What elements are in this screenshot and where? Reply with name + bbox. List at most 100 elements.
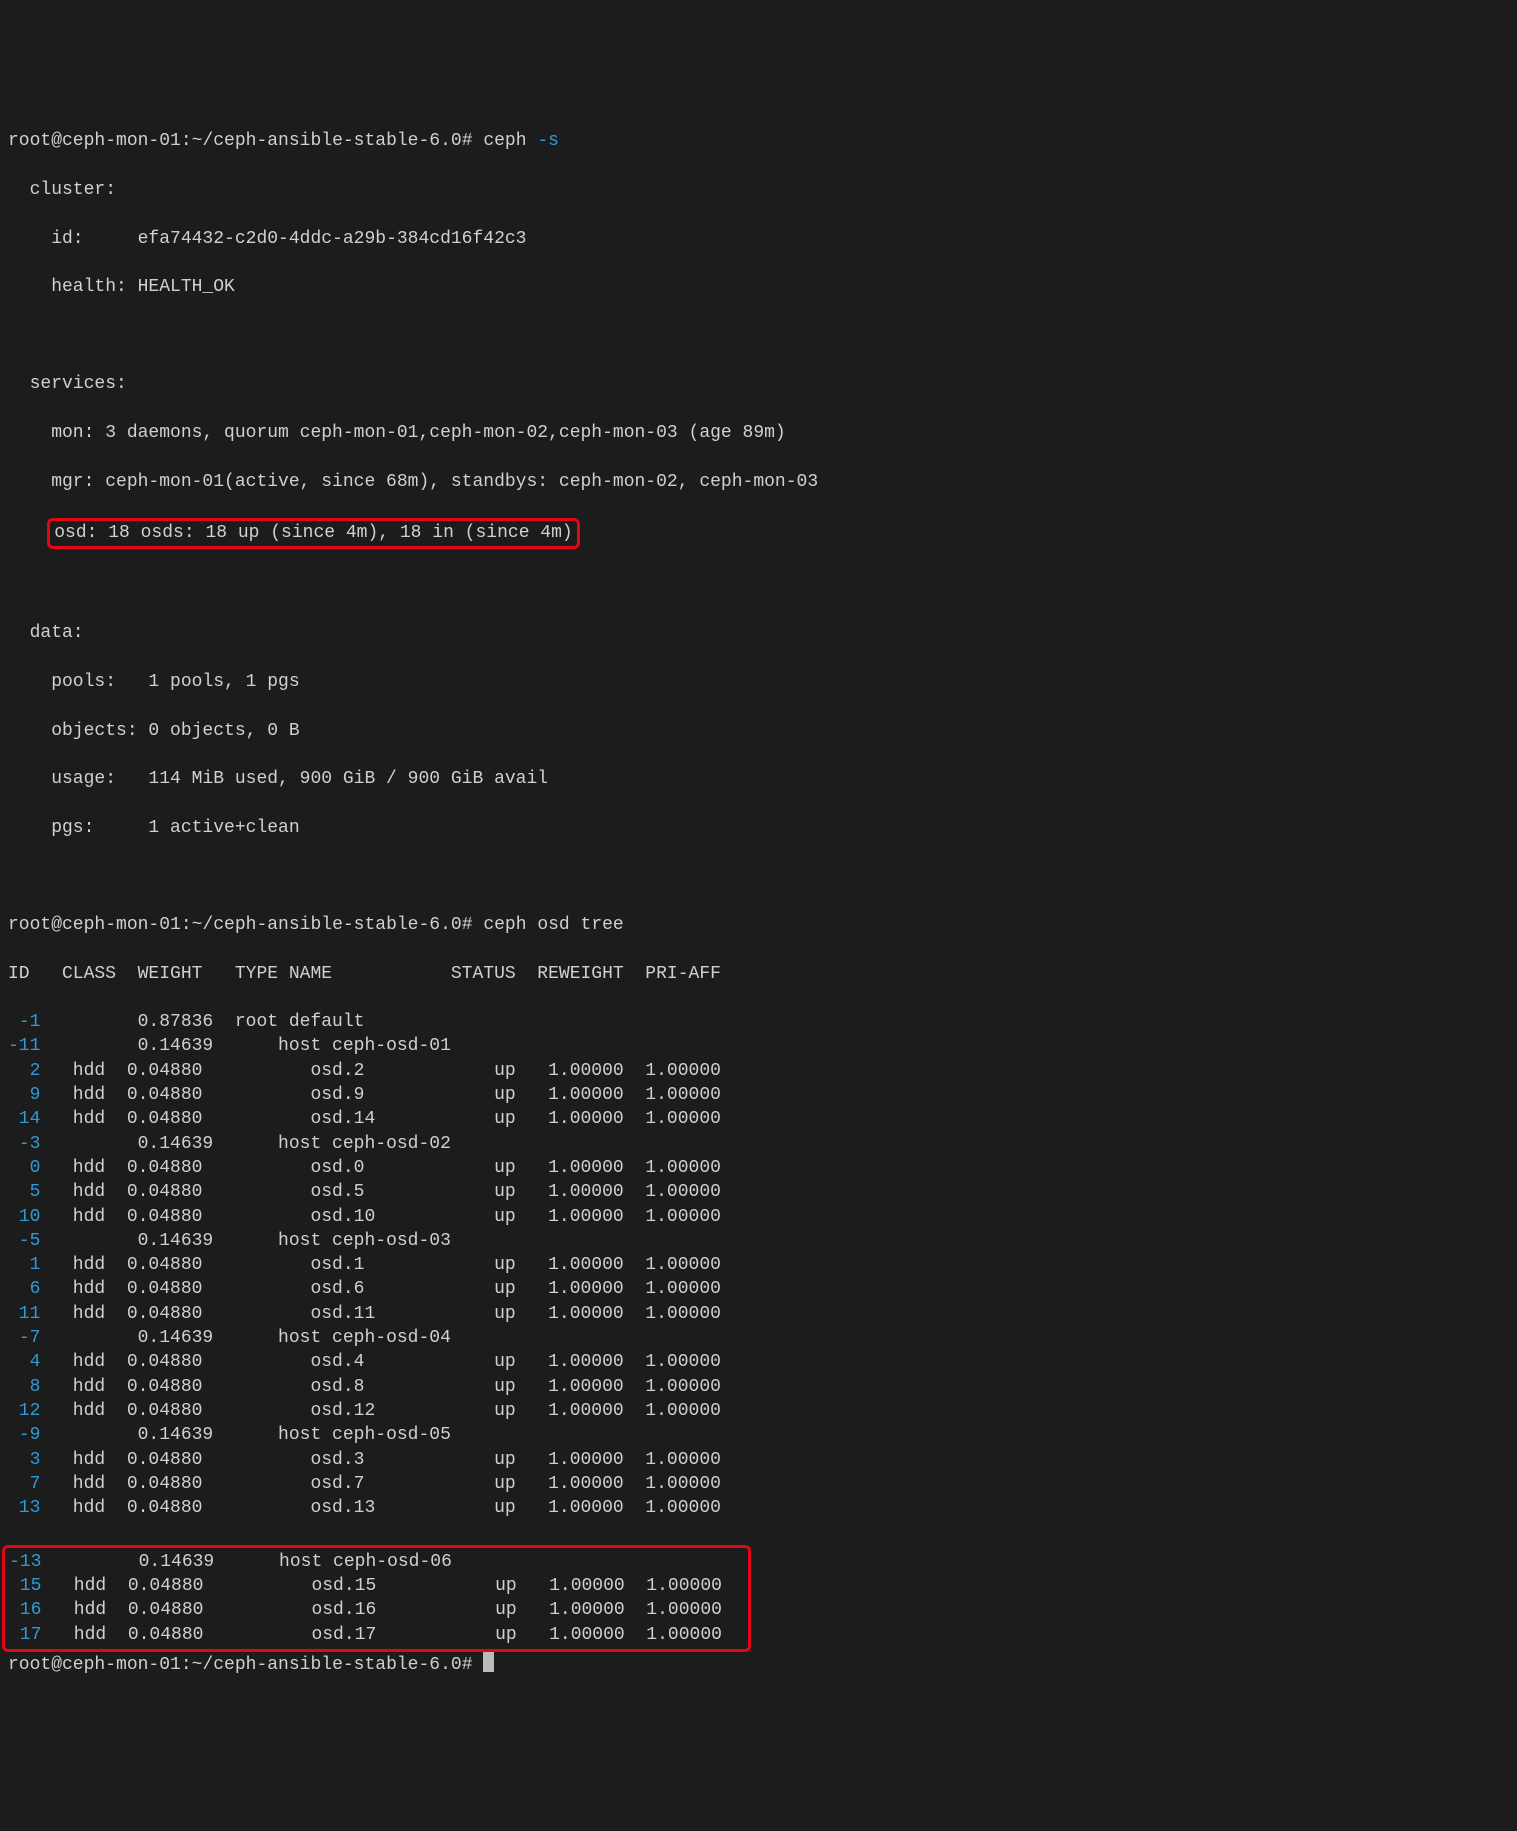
tree-id: -5 (8, 1231, 40, 1251)
tree-id: 17 (9, 1625, 41, 1645)
tree-row: -5 0.14639 host ceph-osd-03 (8, 1229, 1509, 1253)
cluster-header: cluster: (8, 178, 1509, 202)
tree-row: 7 hdd 0.04880 osd.7 up 1.00000 1.00000 (8, 1472, 1509, 1496)
blank-line (8, 864, 1509, 888)
tree-rest: hdd 0.04880 osd.6 up 1.00000 1.00000 (40, 1279, 721, 1299)
tree-row: -11 0.14639 host ceph-osd-01 (8, 1034, 1509, 1058)
tree-row: 5 hdd 0.04880 osd.5 up 1.00000 1.00000 (8, 1180, 1509, 1204)
command-text: ceph osd tree (483, 915, 623, 935)
tree-rest: hdd 0.04880 osd.11 up 1.00000 1.00000 (40, 1304, 721, 1324)
tree-row: 15 hdd 0.04880 osd.15 up 1.00000 1.00000 (9, 1574, 744, 1598)
prompt-line-3: root@ceph-mon-01:~/ceph-ansible-stable-6… (8, 1652, 1509, 1677)
tree-id: 6 (8, 1279, 40, 1299)
tree-rest: hdd 0.04880 osd.12 up 1.00000 1.00000 (40, 1401, 721, 1421)
tree-id: 2 (8, 1061, 40, 1081)
command-flag: -s (537, 131, 559, 151)
cluster-health: health: HEALTH_OK (8, 275, 1509, 299)
tree-rest: hdd 0.04880 osd.15 up 1.00000 1.00000 (41, 1576, 722, 1596)
prompt-line-1: root@ceph-mon-01:~/ceph-ansible-stable-6… (8, 129, 1509, 153)
tree-rest: hdd 0.04880 osd.3 up 1.00000 1.00000 (40, 1450, 721, 1470)
tree-rest: 0.14639 host ceph-osd-03 (40, 1231, 742, 1251)
tree-row: -9 0.14639 host ceph-osd-05 (8, 1423, 1509, 1447)
tree-row: 10 hdd 0.04880 osd.10 up 1.00000 1.00000 (8, 1205, 1509, 1229)
tree-id: 10 (8, 1207, 40, 1227)
tree-rest: 0.14639 host ceph-osd-04 (40, 1328, 742, 1348)
tree-rest: 0.14639 host ceph-osd-06 (41, 1552, 743, 1572)
tree-rest: 0.14639 host ceph-osd-02 (40, 1134, 742, 1154)
tree-row: 16 hdd 0.04880 osd.16 up 1.00000 1.00000 (9, 1598, 744, 1622)
tree-row: 14 hdd 0.04880 osd.14 up 1.00000 1.00000 (8, 1107, 1509, 1131)
tree-id: 7 (8, 1474, 40, 1494)
tree-rest: hdd 0.04880 osd.4 up 1.00000 1.00000 (40, 1352, 721, 1372)
prompt-userhost: root@ceph-mon-01 (8, 131, 181, 151)
blank-line (8, 573, 1509, 597)
highlight-osd-06-block: -13 0.14639 host ceph-osd-06 15 hdd 0.04… (2, 1545, 751, 1652)
tree-id: 16 (9, 1600, 41, 1620)
services-mgr: mgr: ceph-mon-01(active, since 68m), sta… (8, 470, 1509, 494)
services-header: services: (8, 372, 1509, 396)
tree-rest: 0.14639 host ceph-osd-05 (40, 1425, 742, 1445)
tree-id: 13 (8, 1498, 40, 1518)
tree-id: 11 (8, 1304, 40, 1324)
tree-id: -7 (8, 1328, 40, 1348)
tree-id: -1 (8, 1012, 40, 1032)
cursor-block (483, 1652, 494, 1672)
data-header: data: (8, 621, 1509, 645)
tree-header: ID CLASS WEIGHT TYPE NAME STATUS REWEIGH… (8, 962, 1509, 986)
tree-rest: hdd 0.04880 osd.16 up 1.00000 1.00000 (41, 1600, 722, 1620)
command-text: ceph (483, 131, 526, 151)
tree-row: 4 hdd 0.04880 osd.4 up 1.00000 1.00000 (8, 1350, 1509, 1374)
prompt-path: ~/ceph-ansible-stable-6.0 (192, 131, 462, 151)
tree-row: 9 hdd 0.04880 osd.9 up 1.00000 1.00000 (8, 1083, 1509, 1107)
tree-id: -3 (8, 1134, 40, 1154)
tree-rest: hdd 0.04880 osd.13 up 1.00000 1.00000 (40, 1498, 721, 1518)
tree-rest: 0.87836 root default (40, 1012, 731, 1032)
tree-rest: hdd 0.04880 osd.9 up 1.00000 1.00000 (40, 1085, 721, 1105)
highlight-osd-line: osd: 18 osds: 18 up (since 4m), 18 in (s… (47, 518, 579, 548)
tree-id: 8 (8, 1377, 40, 1397)
tree-row: 13 hdd 0.04880 osd.13 up 1.00000 1.00000 (8, 1496, 1509, 1520)
services-mon: mon: 3 daemons, quorum ceph-mon-01,ceph-… (8, 421, 1509, 445)
tree-row: 6 hdd 0.04880 osd.6 up 1.00000 1.00000 (8, 1277, 1509, 1301)
tree-rest: hdd 0.04880 osd.2 up 1.00000 1.00000 (40, 1061, 721, 1081)
tree-id: 14 (8, 1109, 40, 1129)
data-usage: usage: 114 MiB used, 900 GiB / 900 GiB a… (8, 767, 1509, 791)
tree-rest: hdd 0.04880 osd.10 up 1.00000 1.00000 (40, 1207, 721, 1227)
tree-rest: hdd 0.04880 osd.14 up 1.00000 1.00000 (40, 1109, 721, 1129)
tree-id: 4 (8, 1352, 40, 1372)
services-osd: osd: 18 osds: 18 up (since 4m), 18 in (s… (8, 518, 1509, 548)
tree-rest: hdd 0.04880 osd.0 up 1.00000 1.00000 (40, 1158, 721, 1178)
tree-id: -11 (8, 1036, 40, 1056)
terminal-output[interactable]: root@ceph-mon-01:~/ceph-ansible-stable-6… (8, 129, 1509, 1677)
data-pools: pools: 1 pools, 1 pgs (8, 670, 1509, 694)
tree-id: 5 (8, 1182, 40, 1202)
tree-rest: hdd 0.04880 osd.7 up 1.00000 1.00000 (40, 1474, 721, 1494)
tree-id: 3 (8, 1450, 40, 1470)
tree-id: -13 (9, 1552, 41, 1572)
tree-row: -1 0.87836 root default (8, 1010, 1509, 1034)
tree-rest: hdd 0.04880 osd.1 up 1.00000 1.00000 (40, 1255, 721, 1275)
tree-rest: hdd 0.04880 osd.5 up 1.00000 1.00000 (40, 1182, 721, 1202)
tree-row: -7 0.14639 host ceph-osd-04 (8, 1326, 1509, 1350)
data-objects: objects: 0 objects, 0 B (8, 719, 1509, 743)
tree-rest: hdd 0.04880 osd.17 up 1.00000 1.00000 (41, 1625, 722, 1645)
tree-row: 11 hdd 0.04880 osd.11 up 1.00000 1.00000 (8, 1302, 1509, 1326)
tree-row: 0 hdd 0.04880 osd.0 up 1.00000 1.00000 (8, 1156, 1509, 1180)
tree-rows: -1 0.87836 root default -11 0.14639 host… (8, 1010, 1509, 1520)
data-pgs: pgs: 1 active+clean (8, 816, 1509, 840)
tree-row: 2 hdd 0.04880 osd.2 up 1.00000 1.00000 (8, 1059, 1509, 1083)
tree-id: 1 (8, 1255, 40, 1275)
cluster-id: id: efa74432-c2d0-4ddc-a29b-384cd16f42c3 (8, 227, 1509, 251)
tree-id: 9 (8, 1085, 40, 1105)
tree-row: -13 0.14639 host ceph-osd-06 (9, 1550, 744, 1574)
tree-row: 17 hdd 0.04880 osd.17 up 1.00000 1.00000 (9, 1623, 744, 1647)
tree-id: 15 (9, 1576, 41, 1596)
tree-row: -3 0.14639 host ceph-osd-02 (8, 1132, 1509, 1156)
tree-id: -9 (8, 1425, 40, 1445)
blank-line (8, 324, 1509, 348)
tree-id: 12 (8, 1401, 40, 1421)
tree-row: 1 hdd 0.04880 osd.1 up 1.00000 1.00000 (8, 1253, 1509, 1277)
tree-id: 0 (8, 1158, 40, 1178)
tree-row: 8 hdd 0.04880 osd.8 up 1.00000 1.00000 (8, 1375, 1509, 1399)
tree-rest: 0.14639 host ceph-osd-01 (40, 1036, 742, 1056)
